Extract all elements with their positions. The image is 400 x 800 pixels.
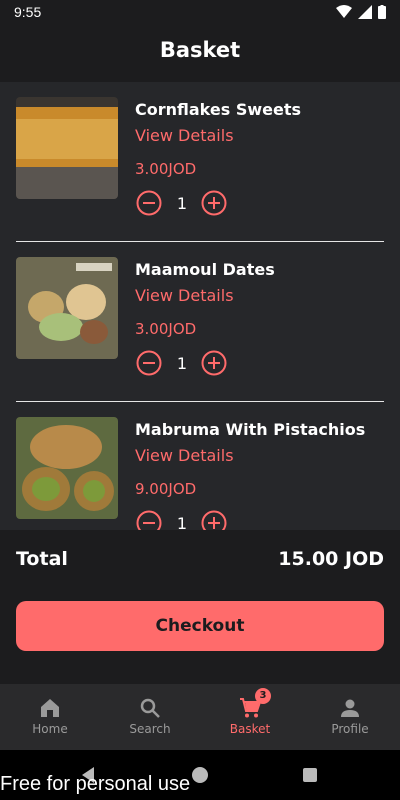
status-time: 9:55 bbox=[14, 4, 42, 20]
plus-icon[interactable] bbox=[201, 350, 227, 376]
product-image[interactable] bbox=[16, 257, 118, 359]
home-icon bbox=[41, 699, 59, 717]
nav-item-basket[interactable]: 3 Basket bbox=[200, 684, 300, 750]
quantity-value: 1 bbox=[176, 354, 188, 373]
page-title: Basket bbox=[159, 38, 241, 62]
plus-icon[interactable] bbox=[201, 510, 227, 530]
watermark-text: Free for personal use bbox=[0, 773, 191, 795]
search-icon bbox=[140, 698, 160, 718]
nav-item-search[interactable]: Search bbox=[100, 684, 200, 750]
nav-label-search: Search bbox=[129, 722, 171, 736]
home-circle-icon[interactable] bbox=[191, 766, 209, 784]
plus-icon[interactable] bbox=[201, 190, 227, 216]
nav-label-profile: Profile bbox=[331, 722, 369, 736]
product-price: 3.00JOD bbox=[135, 320, 197, 338]
product-name: Maamoul Dates bbox=[135, 260, 275, 279]
bottom-nav: Home Search 3 Basket Profile bbox=[0, 684, 400, 750]
status-icons bbox=[336, 5, 386, 19]
basket-item[interactable]: Cornflakes Sweets View Details 3.00JOD 1 bbox=[0, 82, 400, 242]
minus-icon[interactable] bbox=[136, 190, 162, 216]
basket-list[interactable]: Cornflakes Sweets View Details 3.00JOD 1 bbox=[0, 82, 400, 530]
app-header: Basket bbox=[0, 26, 400, 82]
quantity-value: 1 bbox=[176, 194, 188, 213]
total-label: Total bbox=[16, 548, 68, 570]
view-details-link[interactable]: View Details bbox=[135, 126, 234, 145]
cart-badge: 3 bbox=[255, 688, 271, 704]
checkout-label: Checkout bbox=[155, 616, 245, 636]
view-details-link[interactable]: View Details bbox=[135, 446, 234, 465]
basket-item[interactable]: Mabruma With Pistachios View Details 9.0… bbox=[0, 402, 400, 530]
nav-label-basket: Basket bbox=[229, 722, 271, 736]
product-name: Cornflakes Sweets bbox=[135, 100, 302, 119]
nav-label-home: Home bbox=[32, 722, 68, 736]
view-details-link[interactable]: View Details bbox=[135, 286, 234, 305]
basket-item[interactable]: Maamoul Dates View Details 3.00JOD 1 bbox=[0, 242, 400, 402]
minus-icon[interactable] bbox=[136, 510, 162, 530]
product-name: Mabruma With Pistachios bbox=[135, 420, 366, 439]
quantity-value: 1 bbox=[176, 514, 188, 530]
nav-item-home[interactable]: Home bbox=[0, 684, 100, 750]
minus-icon[interactable] bbox=[136, 350, 162, 376]
status-bar: 9:55 bbox=[0, 0, 400, 26]
recents-icon[interactable] bbox=[302, 767, 318, 783]
product-image[interactable] bbox=[16, 417, 118, 519]
product-price: 9.00JOD bbox=[135, 480, 197, 498]
product-price: 3.00JOD bbox=[135, 160, 197, 178]
wifi-icon bbox=[336, 5, 352, 18]
nav-item-profile[interactable]: Profile bbox=[300, 684, 400, 750]
battery-icon bbox=[378, 5, 386, 19]
checkout-button[interactable]: Checkout bbox=[16, 601, 384, 651]
profile-icon bbox=[341, 699, 359, 717]
total-value: 15.00 JOD bbox=[278, 548, 384, 570]
product-image[interactable] bbox=[16, 97, 118, 199]
signal-icon bbox=[358, 5, 372, 19]
